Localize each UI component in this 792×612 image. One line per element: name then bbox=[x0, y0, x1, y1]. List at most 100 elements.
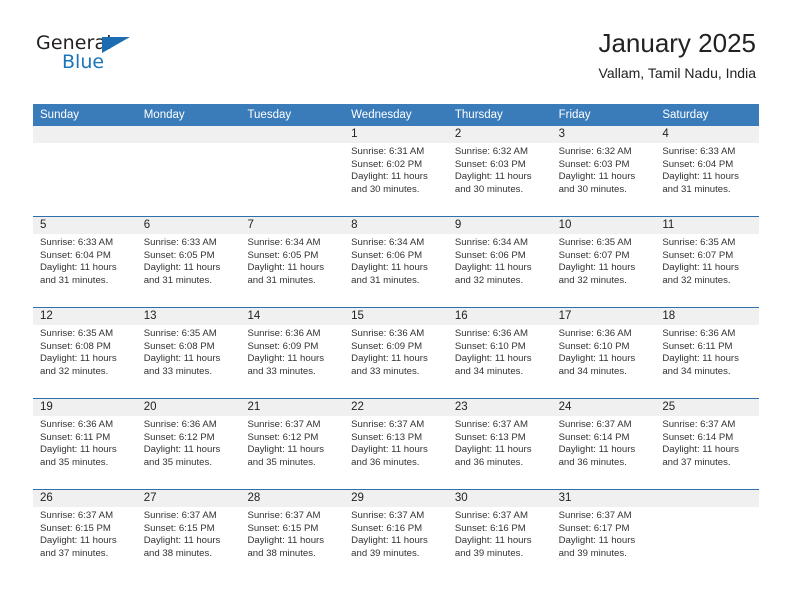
calendar-day-cell[interactable]: 6 Sunrise: 6:33 AM Sunset: 6:05 PM Daylight… bbox=[136, 217, 241, 307]
day-sunset-text: Sunset: 6:08 PM bbox=[143, 340, 215, 352]
calendar-day-cell[interactable]: 5 Sunrise: 6:33 AM Sunset: 6:04 PM Daylight… bbox=[33, 217, 137, 307]
day-number: 21 bbox=[240, 399, 345, 416]
day-number: 28 bbox=[240, 490, 345, 507]
day-daylight-line1-text: Daylight: 11 hours bbox=[247, 535, 325, 547]
calendar-day-cell[interactable]: 26 Sunrise: 6:37 AM Sunset: 6:15 PM Dayligh… bbox=[33, 490, 137, 580]
calendar-day-cell[interactable]: 1 Sunrise: 6:31 AM Sunset: 6:02 PM Daylight… bbox=[344, 126, 448, 216]
day-sunrise-text: Sunrise: 6:33 AM bbox=[143, 237, 217, 248]
weekday-header-monday: Monday bbox=[143, 109, 185, 121]
day-sunset-text: Sunset: 6:05 PM bbox=[247, 249, 319, 261]
day-daylight-line2-text: and 39 minutes. bbox=[558, 547, 627, 559]
weekday-header-tuesday: Tuesday bbox=[247, 109, 292, 121]
day-number: 11 bbox=[655, 217, 760, 234]
day-sun-info: Sunrise: 6:37 AM Sunset: 6:13 PM Daylight:… bbox=[448, 416, 552, 469]
day-daylight-line1-text: Daylight: 11 hours bbox=[454, 171, 532, 183]
day-sun-info: Sunrise: 6:36 AM Sunset: 6:11 PM Daylight:… bbox=[33, 416, 137, 469]
calendar-day-cell[interactable]: 12 Sunrise: 6:35 AM Sunset: 6:08 PM Dayligh… bbox=[33, 308, 137, 398]
day-sun-info: Sunrise: 6:35 AM Sunset: 6:07 PM Daylight:… bbox=[655, 234, 759, 287]
day-sunset-text: Sunset: 6:15 PM bbox=[143, 522, 215, 534]
calendar-weeks: 1 Sunrise: 6:31 AM Sunset: 6:02 PM Daylight… bbox=[33, 126, 760, 580]
day-sunset-text: Sunset: 6:09 PM bbox=[247, 340, 319, 352]
day-sun-info: Sunrise: 6:37 AM Sunset: 6:15 PM Daylight:… bbox=[33, 507, 137, 560]
day-daylight-line1-text: Daylight: 11 hours bbox=[558, 353, 636, 365]
day-sunset-text: Sunset: 6:09 PM bbox=[351, 340, 423, 352]
day-daylight-line2-text: and 35 minutes. bbox=[247, 456, 316, 468]
day-sunrise-text: Sunrise: 6:37 AM bbox=[662, 419, 736, 430]
calendar-day-cell[interactable]: 9 Sunrise: 6:34 AM Sunset: 6:06 PM Daylight… bbox=[447, 217, 552, 307]
day-sun-info: Sunrise: 6:34 AM Sunset: 6:06 PM Daylight:… bbox=[344, 234, 448, 287]
calendar-day-cell[interactable]: 19 Sunrise: 6:36 AM Sunset: 6:11 PM Dayligh… bbox=[33, 399, 137, 489]
day-sunrise-text: Sunrise: 6:36 AM bbox=[40, 419, 114, 430]
calendar-day-cell[interactable]: 17 Sunrise: 6:36 AM Sunset: 6:10 PM Dayligh… bbox=[551, 308, 656, 398]
day-daylight-line1-text: Daylight: 11 hours bbox=[454, 535, 532, 547]
day-sun-info: Sunrise: 6:35 AM Sunset: 6:07 PM Daylight:… bbox=[552, 234, 656, 287]
day-number: 16 bbox=[447, 308, 552, 325]
day-sunrise-text: Sunrise: 6:32 AM bbox=[454, 146, 528, 157]
day-sun-info: Sunrise: 6:32 AM Sunset: 6:03 PM Daylight:… bbox=[552, 143, 656, 196]
day-daylight-line2-text: and 33 minutes. bbox=[351, 365, 420, 377]
day-number: 22 bbox=[344, 399, 448, 416]
day-daylight-line1-text: Daylight: 11 hours bbox=[558, 535, 636, 547]
calendar-day-cell[interactable]: 27 Sunrise: 6:37 AM Sunset: 6:15 PM Dayligh… bbox=[136, 490, 241, 580]
calendar-day-cell[interactable]: 25 Sunrise: 6:37 AM Sunset: 6:14 PM Dayligh… bbox=[655, 399, 760, 489]
calendar-grid: Sunday Monday Tuesday Wednesday Thursday Frid… bbox=[33, 104, 760, 580]
day-sun-info: Sunrise: 6:36 AM Sunset: 6:12 PM Daylight:… bbox=[137, 416, 241, 469]
day-daylight-line1-text: Daylight: 11 hours bbox=[351, 444, 428, 456]
day-sun-info: Sunrise: 6:36 AM Sunset: 6:09 PM Daylight:… bbox=[344, 325, 448, 378]
day-daylight-line2-text: and 37 minutes. bbox=[40, 547, 109, 559]
calendar-day-cell[interactable]: 31 Sunrise: 6:37 AM Sunset: 6:17 PM Dayligh… bbox=[551, 490, 656, 580]
day-sun-info: Sunrise: 6:37 AM Sunset: 6:14 PM Daylight:… bbox=[655, 416, 759, 469]
calendar-day-cell[interactable]: 14 Sunrise: 6:36 AM Sunset: 6:09 PM Dayligh… bbox=[240, 308, 345, 398]
day-number: 12 bbox=[33, 308, 137, 325]
day-sun-info: Sunrise: 6:36 AM Sunset: 6:11 PM Daylight:… bbox=[655, 325, 759, 378]
calendar-page: General Blue January 2025 Vallam, Tamil … bbox=[0, 0, 792, 612]
calendar-day-cell[interactable]: 3 Sunrise: 6:32 AM Sunset: 6:03 PM Daylight… bbox=[551, 126, 656, 216]
day-sunrise-text: Sunrise: 6:37 AM bbox=[454, 510, 528, 521]
calendar-day-cell[interactable]: 18 Sunrise: 6:36 AM Sunset: 6:11 PM Dayligh… bbox=[655, 308, 760, 398]
title-block: January 2025 Vallam, Tamil Nadu, India bbox=[598, 28, 756, 83]
day-daylight-line2-text: and 30 minutes. bbox=[454, 183, 524, 195]
day-sunset-text: Sunset: 6:16 PM bbox=[351, 522, 423, 534]
calendar-day-cell[interactable]: 16 Sunrise: 6:36 AM Sunset: 6:10 PM Dayligh… bbox=[447, 308, 552, 398]
day-sun-info: Sunrise: 6:37 AM Sunset: 6:15 PM Daylight:… bbox=[137, 507, 241, 560]
calendar-day-cell[interactable]: 23 Sunrise: 6:37 AM Sunset: 6:13 PM Dayligh… bbox=[447, 399, 552, 489]
generalblue-logo[interactable]: General Blue bbox=[36, 32, 156, 82]
day-daylight-line2-text: and 30 minutes. bbox=[558, 183, 627, 195]
day-daylight-line1-text: Daylight: 11 hours bbox=[662, 353, 739, 365]
calendar-day-cell[interactable]: 2 Sunrise: 6:32 AM Sunset: 6:03 PM Daylight… bbox=[447, 126, 552, 216]
day-sun-info: Sunrise: 6:36 AM Sunset: 6:10 PM Daylight:… bbox=[552, 325, 656, 378]
calendar-day-cell-empty bbox=[240, 126, 345, 216]
day-sunset-text: Sunset: 6:12 PM bbox=[247, 431, 319, 443]
day-number: 5 bbox=[33, 217, 137, 234]
day-number: 27 bbox=[136, 490, 241, 507]
day-number: 30 bbox=[447, 490, 552, 507]
day-daylight-line1-text: Daylight: 11 hours bbox=[143, 353, 221, 365]
calendar-day-cell[interactable]: 29 Sunrise: 6:37 AM Sunset: 6:16 PM Dayligh… bbox=[344, 490, 448, 580]
weekday-header-thursday: Thursday bbox=[454, 109, 503, 121]
day-daylight-line2-text: and 39 minutes. bbox=[351, 547, 420, 559]
day-daylight-line1-text: Daylight: 11 hours bbox=[662, 444, 739, 456]
calendar-day-cell[interactable]: 22 Sunrise: 6:37 AM Sunset: 6:13 PM Dayligh… bbox=[344, 399, 448, 489]
calendar-day-cell[interactable]: 13 Sunrise: 6:35 AM Sunset: 6:08 PM Dayligh… bbox=[136, 308, 241, 398]
calendar-day-cell[interactable]: 10 Sunrise: 6:35 AM Sunset: 6:07 PM Dayligh… bbox=[551, 217, 656, 307]
calendar-day-cell[interactable]: 28 Sunrise: 6:37 AM Sunset: 6:15 PM Dayligh… bbox=[240, 490, 345, 580]
day-daylight-line1-text: Daylight: 11 hours bbox=[247, 353, 325, 365]
calendar-day-cell[interactable]: 8 Sunrise: 6:34 AM Sunset: 6:06 PM Daylight… bbox=[344, 217, 448, 307]
calendar-day-cell[interactable]: 11 Sunrise: 6:35 AM Sunset: 6:07 PM Dayligh… bbox=[655, 217, 760, 307]
calendar-day-cell[interactable]: 24 Sunrise: 6:37 AM Sunset: 6:14 PM Dayligh… bbox=[551, 399, 656, 489]
calendar-day-cell[interactable]: 7 Sunrise: 6:34 AM Sunset: 6:05 PM Daylight… bbox=[240, 217, 345, 307]
day-daylight-line1-text: Daylight: 11 hours bbox=[351, 171, 428, 183]
calendar-day-cell[interactable]: 21 Sunrise: 6:37 AM Sunset: 6:12 PM Dayligh… bbox=[240, 399, 345, 489]
day-sunset-text: Sunset: 6:16 PM bbox=[454, 522, 526, 534]
day-sunset-text: Sunset: 6:08 PM bbox=[40, 340, 111, 352]
day-number: 31 bbox=[551, 490, 656, 507]
calendar-day-cell[interactable]: 30 Sunrise: 6:37 AM Sunset: 6:16 PM Dayligh… bbox=[447, 490, 552, 580]
day-daylight-line2-text: and 31 minutes. bbox=[247, 274, 316, 286]
calendar-day-cell[interactable]: 15 Sunrise: 6:36 AM Sunset: 6:09 PM Dayligh… bbox=[344, 308, 448, 398]
calendar-day-cell-empty bbox=[136, 126, 241, 216]
day-number: 19 bbox=[33, 399, 137, 416]
calendar-day-cell[interactable]: 20 Sunrise: 6:36 AM Sunset: 6:12 PM Dayligh… bbox=[136, 399, 241, 489]
day-sunrise-text: Sunrise: 6:34 AM bbox=[351, 237, 425, 248]
day-sunset-text: Sunset: 6:11 PM bbox=[662, 340, 733, 352]
calendar-day-cell[interactable]: 4 Sunrise: 6:33 AM Sunset: 6:04 PM Daylight… bbox=[655, 126, 760, 216]
